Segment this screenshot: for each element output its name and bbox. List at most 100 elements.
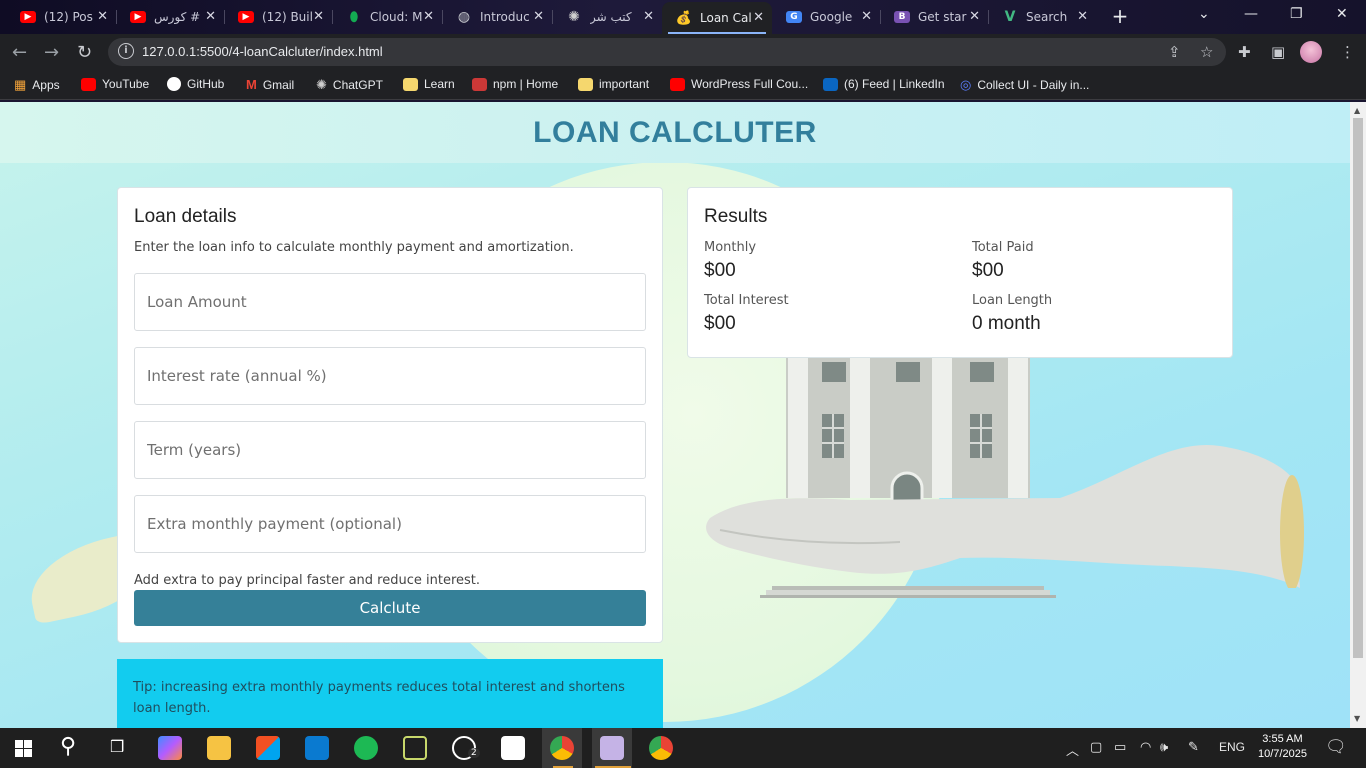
language-indicator[interactable]: ENG [1219, 740, 1245, 754]
menu-icon[interactable]: ⋮ [1340, 43, 1355, 61]
bookmark-github[interactable]: GitHub [167, 77, 224, 91]
bookmarks-bar: ▦ Apps YouTube GitHub M Gmail ✺ ChatGPT … [0, 70, 1366, 100]
browser-tab[interactable]: ◍ Introduc ✕ [442, 4, 552, 30]
loan-amount-input[interactable] [135, 274, 645, 330]
vscode-icon[interactable] [305, 736, 329, 760]
extra-payment-field [134, 495, 646, 553]
page-title: LOAN CALCLUTER [533, 116, 817, 149]
bookmark-collectui[interactable]: ◎ Collect UI - Daily in... [960, 77, 1089, 93]
chrome-icon[interactable] [550, 736, 574, 760]
side-panel-icon[interactable]: ▣ [1271, 43, 1285, 61]
close-icon[interactable]: ✕ [313, 9, 324, 24]
npm-icon [472, 77, 487, 91]
camera-icon[interactable]: ▢ [1090, 740, 1102, 755]
bookmark-folder-important[interactable]: important [578, 77, 649, 91]
scroll-up-icon[interactable]: ▲ [1354, 106, 1360, 115]
address-bar[interactable]: i 127.0.0.1:5500/4-loanCalcluter/index.h… [108, 38, 1226, 66]
browser-tab[interactable]: V Search ✕ [988, 4, 1096, 30]
profile-avatar[interactable] [1300, 41, 1322, 63]
close-icon[interactable]: ✕ [753, 10, 764, 25]
bookmark-folder-learn[interactable]: Learn [403, 77, 455, 91]
github-icon [167, 77, 181, 91]
bookmark-label: Gmail [262, 77, 295, 92]
chrome-profile-icon[interactable] [649, 736, 673, 760]
browser-tab[interactable]: ▶ (12) Pos ✕ [6, 4, 116, 30]
bookmark-linkedin[interactable]: (6) Feed | LinkedIn [823, 77, 945, 91]
forward-arrow-icon[interactable]: → [44, 42, 59, 63]
bookmark-label: WordPress Full Cou... [691, 77, 809, 91]
share-icon[interactable]: ⇪ [1168, 43, 1181, 61]
monthly-label: Monthly [704, 240, 757, 255]
bookmark-chatgpt[interactable]: ✺ ChatGPT [316, 77, 383, 93]
browser-tab[interactable]: ▶ (12) Buil ✕ [224, 4, 332, 30]
close-icon[interactable]: ✕ [969, 9, 980, 24]
minimize-button[interactable]: — [1244, 6, 1258, 22]
loan-details-card: Loan details Enter the loan info to calc… [117, 187, 663, 643]
total-interest-value: $00 [704, 313, 736, 334]
close-icon[interactable]: ✕ [643, 9, 654, 24]
site-info-icon[interactable]: i [118, 43, 134, 59]
page-scrollbar[interactable]: ▲ ▼ [1350, 102, 1366, 728]
visual-studio-icon[interactable] [600, 736, 624, 760]
file-explorer-icon[interactable] [207, 736, 231, 760]
reload-icon[interactable]: ↻ [77, 42, 92, 63]
extensions-icon[interactable]: ✚ [1238, 43, 1251, 61]
url-text[interactable]: 127.0.0.1:5500/4-loanCalcluter/index.htm… [142, 44, 383, 59]
interest-rate-input[interactable] [135, 348, 645, 404]
close-window-button[interactable]: ✕ [1336, 6, 1348, 22]
chatgpt-icon: ✺ [568, 9, 580, 25]
bookmark-youtube[interactable]: YouTube [81, 77, 149, 91]
spotify-icon[interactable] [354, 736, 378, 760]
bookmark-star-icon[interactable]: ☆ [1200, 43, 1213, 61]
bookmark-label: Collect UI - Daily in... [977, 78, 1090, 92]
google-translate-icon: G [786, 11, 802, 23]
page-viewport: LOAN CALCLUTER Loan details Enter the lo… [0, 102, 1350, 728]
back-arrow-icon[interactable]: ← [12, 42, 27, 63]
close-icon[interactable]: ✕ [1077, 9, 1088, 24]
bookmark-gmail[interactable]: M Gmail [246, 77, 294, 92]
linkedin-icon [823, 77, 838, 91]
battery-icon[interactable]: ▭ [1114, 740, 1126, 755]
term-years-input[interactable] [135, 422, 645, 478]
chevron-up-icon[interactable]: ︿ [1066, 740, 1079, 759]
restore-button[interactable]: ❐ [1290, 6, 1303, 22]
total-interest-label: Total Interest [704, 293, 789, 308]
scroll-down-icon[interactable]: ▼ [1354, 714, 1360, 723]
browser-tab[interactable]: G Google ✕ [772, 4, 880, 30]
volume-icon[interactable]: 🕪 [1160, 740, 1168, 755]
whatsapp-badge: 2 [468, 748, 480, 758]
tab-search-icon[interactable]: ⌄ [1198, 6, 1210, 22]
notifications-icon[interactable]: 🗨 [1325, 737, 1347, 757]
app-icon[interactable] [403, 736, 427, 760]
loan-details-subtitle: Enter the loan info to calculate monthly… [134, 240, 574, 255]
browser-tab[interactable]: ▶ كورس # ✕ [116, 4, 224, 30]
pen-icon[interactable]: ✎ [1188, 740, 1199, 755]
bookmark-npm[interactable]: npm | Home [472, 77, 558, 91]
bookmark-apps[interactable]: ▦ Apps [14, 77, 60, 93]
close-icon[interactable]: ✕ [205, 9, 216, 24]
calculate-button[interactable]: Calclute [134, 590, 646, 626]
bookmark-label: GitHub [187, 77, 225, 91]
scrollbar-thumb[interactable] [1353, 118, 1363, 658]
wifi-icon[interactable]: ◠ [1140, 740, 1151, 755]
youtube-icon: ▶ [20, 11, 36, 23]
mongodb-compass-icon[interactable] [501, 736, 525, 760]
task-view-icon[interactable]: ❒ [110, 737, 124, 756]
browser-tab-active[interactable]: 💰 Loan Cal ✕ [662, 2, 772, 34]
windows-start-icon[interactable] [15, 740, 32, 757]
close-icon[interactable]: ✕ [533, 9, 544, 24]
browser-tab[interactable]: ⬮ Cloud: M ✕ [332, 4, 442, 30]
extra-payment-input[interactable] [135, 496, 645, 552]
system-clock[interactable]: 3:55 AM 10/7/2025 [1258, 732, 1307, 762]
search-icon[interactable]: ⚲ [60, 734, 76, 759]
new-tab-button[interactable]: + [1108, 5, 1132, 29]
copilot-icon[interactable] [158, 736, 182, 760]
browser-tab[interactable]: B Get star ✕ [880, 4, 988, 30]
globe-icon: ◍ [457, 9, 471, 25]
close-icon[interactable]: ✕ [97, 9, 108, 24]
microsoft-store-icon[interactable] [256, 736, 280, 760]
close-icon[interactable]: ✕ [423, 9, 434, 24]
close-icon[interactable]: ✕ [861, 9, 872, 24]
bookmark-wordpress[interactable]: WordPress Full Cou... [670, 77, 808, 91]
browser-tab[interactable]: ✺ كتب شر ✕ [552, 4, 662, 30]
